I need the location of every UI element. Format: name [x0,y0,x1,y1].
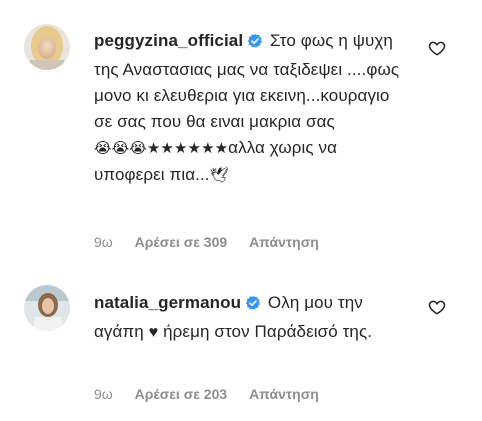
heart-outline-icon [428,300,446,315]
reply-button[interactable]: Απάντηση [249,234,319,250]
comment-meta-peggyzina: 9ω Αρέσει σε 309 Απάντηση [94,234,337,250]
avatar-natalia[interactable] [24,285,70,331]
heart-outline-icon [428,41,446,56]
likes-count[interactable]: Αρέσει σε 203 [135,386,228,402]
like-button-natalia[interactable] [428,298,446,316]
reply-button[interactable]: Απάντηση [249,386,319,402]
verified-badge-icon [245,293,261,319]
dove-emoji-icon: 🕊 [209,167,229,184]
username-natalia[interactable]: natalia_germanou [94,293,241,312]
emoji-sequence: 😭😭😭★★★★★★ [94,140,229,157]
comment-peggyzina: peggyzina_official Στο φως η ψυχη της Αν… [0,0,482,262]
comment-natalia: natalia_germanou Ολη μου την αγάπη ♥ ήρε… [0,268,482,418]
comment-meta-natalia: 9ω Αρέσει σε 203 Απάντηση [94,386,337,402]
verified-badge-icon [247,31,263,57]
like-button-peggyzina[interactable] [428,39,446,57]
comment-body-natalia: natalia_germanou Ολη μου την αγάπη ♥ ήρε… [94,290,412,346]
username-peggyzina[interactable]: peggyzina_official [94,31,243,50]
comment-body-peggyzina: peggyzina_official Στο φως η ψυχη της Αν… [94,28,412,189]
comment-time: 9ω [94,386,113,402]
avatar-peggyzina[interactable] [24,24,70,70]
black-heart-emoji-icon: ♥ [148,324,159,341]
comment-time: 9ω [94,234,113,250]
comment-text-natalia-end: ήρεμη στον Παράδεισό της. [163,322,373,341]
likes-count[interactable]: Αρέσει σε 309 [135,234,228,250]
